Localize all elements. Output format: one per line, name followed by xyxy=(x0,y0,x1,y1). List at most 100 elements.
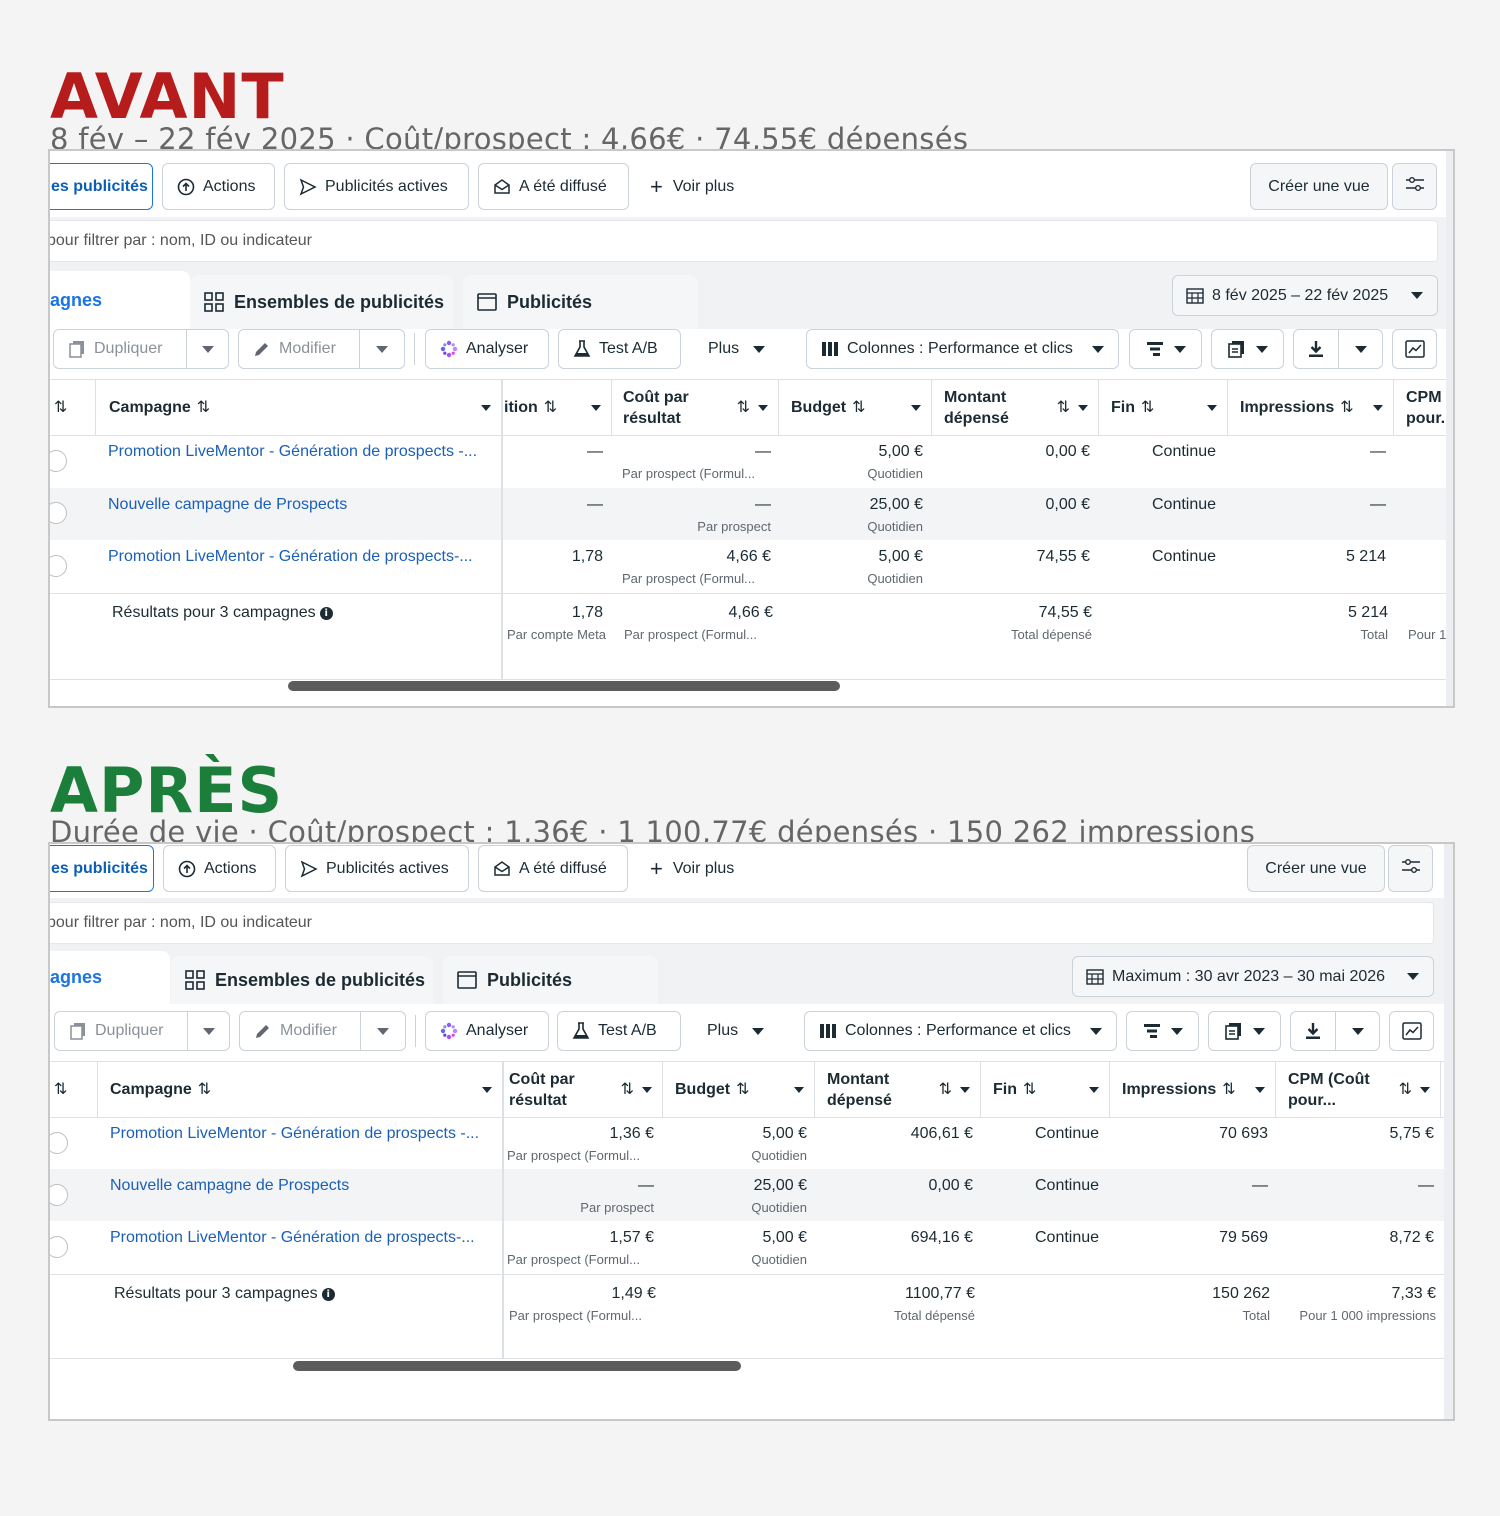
edit-dropdown[interactable] xyxy=(360,1011,406,1051)
see-more-button[interactable]: + Voir plus xyxy=(650,163,734,210)
columns-button[interactable]: Colonnes : Performance et clics xyxy=(806,329,1119,369)
chevron-down-icon xyxy=(1173,345,1186,353)
info-icon[interactable]: i xyxy=(319,607,333,620)
analyze-button[interactable]: Analyser xyxy=(425,1011,549,1051)
date-range-picker[interactable]: 8 fév 2025 – 22 fév 2025 xyxy=(1172,275,1438,316)
th-status[interactable]: ⇅ xyxy=(50,380,96,435)
th-cpm[interactable]: CPM (Coût pour... ⇅ xyxy=(1276,1062,1441,1117)
date-range-picker[interactable]: Maximum : 30 avr 2023 – 30 mai 2026 xyxy=(1072,956,1434,997)
tab-campaigns[interactable]: agnes xyxy=(50,271,190,329)
export-button[interactable] xyxy=(1290,1011,1336,1051)
campaign-name-link[interactable]: Promotion LiveMentor - Génération de pro… xyxy=(110,1125,479,1143)
spent-value: 406,61 € xyxy=(910,1125,973,1142)
tab-adsets[interactable]: Ensembles de publicités xyxy=(171,956,433,1004)
th-campaign[interactable]: Campagne ⇅ xyxy=(98,1062,503,1117)
campaign-name-link[interactable]: Promotion LiveMentor - Génération de pro… xyxy=(110,1229,475,1247)
campaign-name-link[interactable]: Promotion LiveMentor - Génération de pro… xyxy=(108,548,473,566)
campaign-name-link[interactable]: Nouvelle campagne de Prospects xyxy=(108,496,347,514)
columns-button[interactable]: Colonnes : Performance et clics xyxy=(804,1011,1117,1051)
actions-button[interactable]: Actions xyxy=(163,845,276,892)
horizontal-scrollbar[interactable] xyxy=(288,681,840,691)
th-end[interactable]: Fin ⇅ xyxy=(1099,380,1228,435)
view-settings-button[interactable] xyxy=(1392,163,1437,210)
info-icon[interactable]: i xyxy=(321,1288,335,1301)
impressions-value: — xyxy=(1370,496,1386,513)
create-view-button[interactable]: Créer une vue xyxy=(1250,163,1388,210)
export-button[interactable] xyxy=(1293,329,1339,369)
cost-value: 1,57 € xyxy=(609,1229,654,1246)
charts-button[interactable] xyxy=(1392,329,1437,369)
row-select-radio[interactable] xyxy=(50,1132,68,1154)
analyze-button[interactable]: Analyser xyxy=(425,329,549,369)
cost-value: 1,36 € xyxy=(609,1125,654,1142)
th-impressions[interactable]: Impressions ⇅ xyxy=(1228,380,1394,435)
th-cost-per-result[interactable]: Coût par résultat ⇅ xyxy=(612,380,779,435)
more-button[interactable]: Plus xyxy=(707,1011,765,1051)
search-filter-input[interactable]: pour filtrer par : nom, ID ou indicateur xyxy=(50,902,1434,944)
th-impressions[interactable]: Impressions ⇅ xyxy=(1110,1062,1276,1117)
view-settings-button[interactable] xyxy=(1388,845,1433,892)
see-more-button[interactable]: + Voir plus xyxy=(650,845,734,892)
campaign-name-link[interactable]: Nouvelle campagne de Prospects xyxy=(110,1177,349,1195)
th-amount-spent[interactable]: Montant dépensé ⇅ xyxy=(815,1062,981,1117)
duplicate-dropdown[interactable] xyxy=(186,329,229,369)
before-ads-manager-panel: es publicités Actions Publicités actives… xyxy=(48,149,1455,708)
edit-dropdown[interactable] xyxy=(359,329,405,369)
row-select-radio[interactable] xyxy=(50,1236,68,1258)
delivered-button[interactable]: A été diffusé xyxy=(478,163,629,210)
reports-button[interactable] xyxy=(1208,1011,1281,1051)
ads-filter-chip[interactable]: es publicités xyxy=(50,163,153,210)
th-status[interactable]: ⇅ xyxy=(50,1062,98,1117)
th-attribution[interactable]: ition ⇅ xyxy=(502,380,612,435)
tab-ads[interactable]: Publicités xyxy=(443,956,658,1004)
duplicate-dropdown[interactable] xyxy=(187,1011,230,1051)
ab-test-button[interactable]: Test A/B xyxy=(558,329,681,369)
ab-test-button[interactable]: Test A/B xyxy=(557,1011,681,1051)
cost-sub: Par prospect xyxy=(697,519,771,534)
reports-button[interactable] xyxy=(1211,329,1284,369)
tab-adsets[interactable]: Ensembles de publicités xyxy=(190,275,453,329)
th-budget[interactable]: Budget ⇅ xyxy=(779,380,932,435)
charts-button[interactable] xyxy=(1389,1011,1434,1051)
tab-ads[interactable]: Publicités xyxy=(463,275,698,329)
th-campaign[interactable]: Campagne ⇅ xyxy=(96,380,502,435)
vertical-scrollbar[interactable] xyxy=(1444,844,1453,1419)
sort-icon: ⇅ xyxy=(1023,1081,1037,1098)
edit-button[interactable]: Modifier xyxy=(239,1011,361,1051)
row-select-radio[interactable] xyxy=(50,555,67,577)
vertical-scrollbar[interactable] xyxy=(1446,151,1453,706)
export-dropdown[interactable] xyxy=(1338,329,1383,369)
horizontal-scrollbar[interactable] xyxy=(293,1361,741,1371)
search-filter-input[interactable]: pour filtrer par : nom, ID ou indicateur xyxy=(50,220,1438,262)
end-value: Continue xyxy=(1152,443,1217,460)
breakdown-button[interactable] xyxy=(1126,1011,1199,1051)
ads-filter-chip[interactable]: es publicités xyxy=(50,845,154,892)
tab-campaigns[interactable]: agnes xyxy=(50,951,170,1004)
cost-sub: Par prospect (Formul... xyxy=(622,466,755,481)
th-amount-spent[interactable]: Montant dépensé ⇅ xyxy=(932,380,1099,435)
breakdown-button[interactable] xyxy=(1129,329,1202,369)
more-button[interactable]: Plus xyxy=(708,329,766,369)
delivered-button[interactable]: A été diffusé xyxy=(478,845,628,892)
create-view-button[interactable]: Créer une vue xyxy=(1247,845,1385,892)
active-ads-button[interactable]: Publicités actives xyxy=(284,163,469,210)
analyze-label: Analyser xyxy=(466,340,529,357)
grid-icon xyxy=(185,970,205,990)
active-ads-button[interactable]: Publicités actives xyxy=(285,845,469,892)
export-dropdown[interactable] xyxy=(1335,1011,1380,1051)
campaign-name-link[interactable]: Promotion LiveMentor - Génération de pro… xyxy=(108,443,477,461)
duplicate-button[interactable]: Dupliquer xyxy=(54,1011,188,1051)
th-cost-per-result[interactable]: Coût par résultat ⇅ xyxy=(503,1062,663,1117)
actions-button[interactable]: Actions xyxy=(162,163,275,210)
th-cpm-label: CPM pour. xyxy=(1406,388,1446,427)
totals-cost-sub: Par prospect (Formul... xyxy=(624,627,757,642)
spent-value: 0,00 € xyxy=(1045,443,1090,460)
grid-icon xyxy=(204,292,224,312)
edit-button[interactable]: Modifier xyxy=(238,329,360,369)
totals-label: Résultats pour 3 campagnes i xyxy=(112,604,333,622)
th-budget[interactable]: Budget ⇅ xyxy=(663,1062,815,1117)
th-end[interactable]: Fin ⇅ xyxy=(981,1062,1110,1117)
chevron-down-icon xyxy=(1092,345,1104,353)
duplicate-button[interactable]: Dupliquer xyxy=(53,329,187,369)
row-select-radio[interactable] xyxy=(50,450,67,472)
